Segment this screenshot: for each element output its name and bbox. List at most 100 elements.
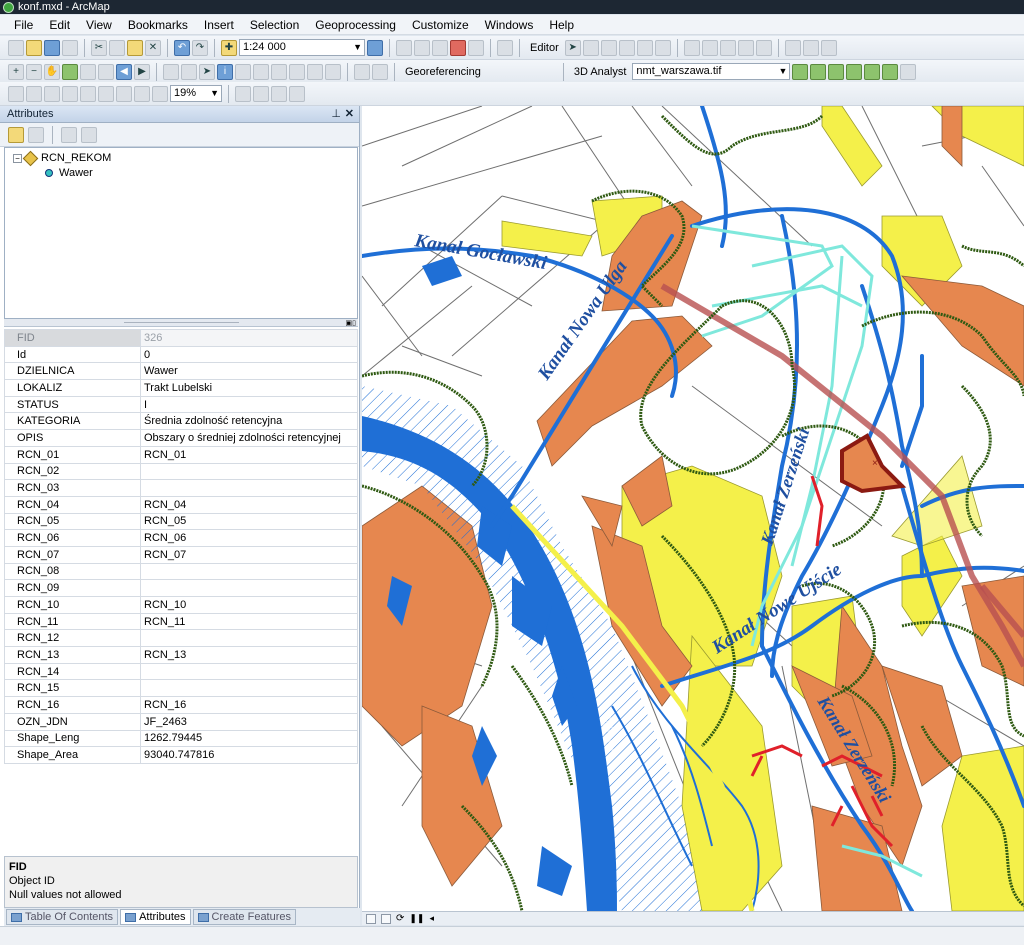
attribute-row[interactable]: RCN_15 [4,679,358,698]
find-route-icon[interactable] [307,63,323,80]
steepest-path-icon[interactable] [810,63,827,80]
data-driven-pages-icon[interactable] [289,85,305,102]
identify-selected-icon[interactable] [61,126,77,143]
menu-view[interactable]: View [78,15,120,35]
attribute-row[interactable]: RCN_02 [4,462,358,481]
attribute-field-value[interactable] [140,479,358,497]
next-layout-extent-icon[interactable] [152,85,168,102]
show-features-icon[interactable] [8,126,24,143]
identify-icon[interactable]: i [217,63,233,80]
catalog-icon[interactable] [414,39,430,56]
previous-layout-extent-icon[interactable] [134,85,150,102]
layout-pan-icon[interactable] [44,85,60,102]
pin-icon[interactable]: ⊥ [331,106,341,123]
paste-icon[interactable] [127,39,143,56]
attribute-field-value[interactable]: Obszary o średniej zdolności retencyjnej [140,429,358,447]
copy-icon[interactable] [109,39,125,56]
zoom-100-icon[interactable] [80,85,96,102]
attribute-field-value[interactable] [140,629,358,648]
point-icon[interactable] [654,39,671,56]
menu-windows[interactable]: Windows [477,15,542,35]
3d-analyst-menu[interactable]: 3D Analyst [570,66,631,78]
delete-icon[interactable]: ✕ [145,39,161,56]
html-popup-icon[interactable] [253,63,269,80]
attribute-field-value[interactable]: 0 [140,345,358,364]
attribute-field-value[interactable]: Trakt Lubelski [140,379,358,397]
model-builder-icon[interactable] [497,39,513,56]
tab-attributes[interactable]: Attributes [120,909,191,925]
attribute-field-value[interactable]: RCN_10 [140,596,358,614]
map-view[interactable]: × Kanał Gocławski Kanał Nowa Ulga Kanał … [362,106,1024,911]
attribute-field-value[interactable]: JF_2463 [140,712,358,731]
attribute-row[interactable]: RCN_07 RCN_07 [4,545,358,564]
reshape-icon[interactable] [701,39,718,56]
sort-icon[interactable] [28,126,44,143]
attribute-row[interactable]: RCN_06 RCN_06 [4,529,358,547]
attribute-row[interactable]: RCN_08 [4,562,358,581]
attribute-row[interactable]: LOKALIZ Trakt Lubelski [4,379,358,397]
tree-layer-row[interactable]: − RCN_REKOM [13,150,111,166]
toggle-draft-mode-icon[interactable] [235,85,251,102]
contour-icon[interactable] [792,63,809,80]
georeferencing-menu[interactable]: Georeferencing [401,66,485,78]
menu-bookmarks[interactable]: Bookmarks [120,15,196,35]
pause-drawing-icon[interactable]: ❚❚ [409,913,424,924]
attribute-row[interactable]: RCN_14 [4,662,358,681]
attribute-row[interactable]: KATEGORIA Średnia zdolność retencyjna [4,412,358,431]
zoom-whole-page-icon[interactable] [62,85,78,102]
fixed-zoom-out-icon[interactable] [98,63,114,80]
attribute-field-value[interactable]: RCN_16 [140,696,358,714]
change-layout-icon[interactable] [271,85,287,102]
attribute-row[interactable]: RCN_05 RCN_05 [4,512,358,531]
layout-view-icon[interactable] [381,913,391,924]
menu-geoprocessing[interactable]: Geoprocessing [307,15,404,35]
profile-graph-icon[interactable] [900,63,917,80]
arctoolbox-icon[interactable] [450,39,466,56]
refresh-icon[interactable]: ⟳ [396,913,404,924]
attribute-field-value[interactable]: I [140,395,358,414]
split-icon[interactable] [737,39,754,56]
data-view-icon[interactable] [366,913,376,924]
python-window-icon[interactable] [468,39,484,56]
attributes-icon[interactable] [784,39,801,56]
attribute-field-value[interactable]: Wawer [140,362,358,381]
attribute-field-value[interactable]: RCN_13 [140,646,358,664]
add-data-icon[interactable]: ✚ [221,39,237,56]
undo-icon[interactable]: ↶ [174,39,190,56]
redo-icon[interactable]: ↷ [192,39,208,56]
line-of-sight-icon[interactable] [828,63,845,80]
interpolate-point-icon[interactable] [846,63,863,80]
options-menu-icon[interactable] [81,126,97,143]
attribute-field-value[interactable]: RCN_01 [140,445,358,464]
search-window-icon[interactable] [432,39,448,56]
attribute-field-value[interactable] [140,662,358,681]
back-extent-icon[interactable]: ◀ [116,63,132,80]
create-features-icon[interactable] [820,39,837,56]
scroll-left-icon[interactable]: ◂ [429,913,434,924]
attribute-row[interactable]: RCN_04 RCN_04 [4,495,358,514]
sketch-properties-icon[interactable] [802,39,819,56]
cut-icon[interactable]: ✂ [91,39,107,56]
pan-icon[interactable]: ✋ [44,63,60,80]
attribute-field-value[interactable]: 1262.79445 [140,729,358,748]
menu-insert[interactable]: Insert [196,15,242,35]
trace-icon[interactable] [636,39,653,56]
interpolate-polygon-icon[interactable] [882,63,899,80]
attribute-row[interactable]: STATUS I [4,395,358,414]
tab-create-features[interactable]: Create Features [192,909,297,925]
attribute-row[interactable]: RCN_10 RCN_10 [4,596,358,614]
attribute-row[interactable]: RCN_09 [4,579,358,597]
map-scale-combo[interactable]: 1:24 000 ▼ [239,39,365,56]
menu-customize[interactable]: Customize [404,15,477,35]
tree-feature-row[interactable]: Wawer [45,166,93,180]
close-icon[interactable]: ✕ [345,106,354,123]
layer-combo[interactable]: nmt_warszawa.tif ▼ [632,63,791,80]
zoom-in-icon[interactable]: + [8,63,24,80]
attribute-row[interactable]: OPIS Obszary o średniej zdolności retency… [4,429,358,447]
forward-extent-icon[interactable]: ▶ [134,63,150,80]
tab-table-of-contents[interactable]: Table Of Contents [6,909,119,925]
fixed-zoom-in-icon[interactable] [80,63,96,80]
zoom-out-icon[interactable]: − [26,63,42,80]
measure-icon[interactable] [271,63,287,80]
layout-zoom-out-icon[interactable] [26,85,42,102]
